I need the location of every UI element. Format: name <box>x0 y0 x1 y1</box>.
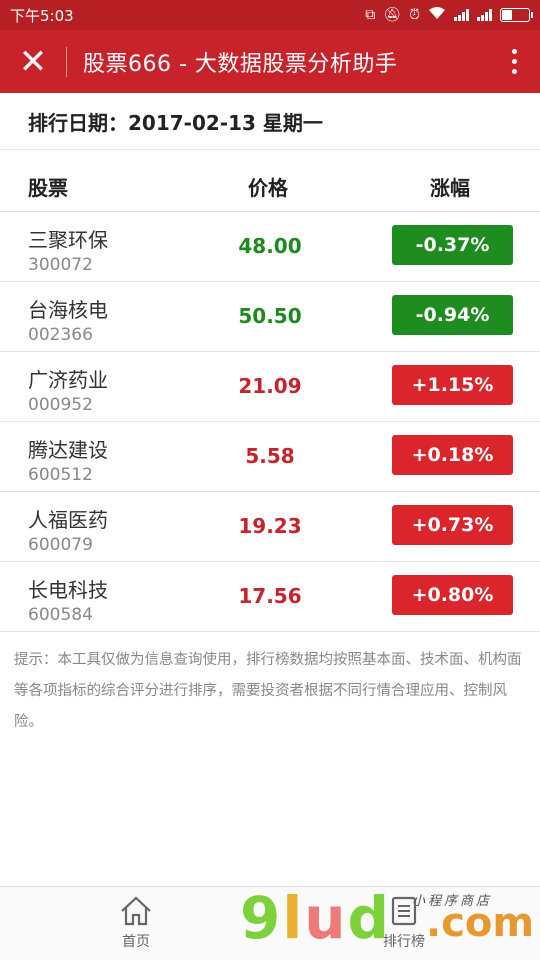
change-badge[interactable]: -0.37% <box>392 225 513 265</box>
table-row[interactable]: 长电科技 600584 17.56 +0.80% <box>0 562 540 632</box>
nav-ranking[interactable]: 排行榜 <box>354 895 454 951</box>
screen-icon: ⧉ <box>365 7 376 23</box>
more-dot-icon <box>511 59 517 64</box>
close-icon: ✕ <box>18 41 48 82</box>
table-header: 股票 价格 涨幅 <box>0 150 540 212</box>
stock-name: 腾达建设 <box>28 438 108 462</box>
change-badge[interactable]: +0.73% <box>392 505 513 545</box>
bottom-nav: 首页 排行榜 <box>0 886 540 960</box>
stock-code: 600512 <box>28 465 93 485</box>
status-icons: ⧉ 🔕︎ ⏰︎ <box>365 6 533 24</box>
page-title: 股票666 - 大数据股票分析助手 <box>83 51 398 77</box>
stock-name: 广济药业 <box>28 368 108 392</box>
stock-code: 300072 <box>28 255 93 275</box>
mute-icon: 🔕︎ <box>383 7 402 23</box>
stock-code: 000952 <box>28 395 93 415</box>
stock-price: 17.56 <box>238 584 302 608</box>
disclaimer-tip: 提示：本工具仅做为信息查询使用，排行榜数据均按照基本面、技术面、机构面等各项指标… <box>14 652 522 730</box>
stock-code: 600584 <box>28 605 93 625</box>
change-badge[interactable]: +1.15% <box>392 365 513 405</box>
stock-code: 002366 <box>28 325 93 345</box>
wifi-icon <box>428 6 446 24</box>
list-icon <box>391 896 417 926</box>
title-bar: ✕ 股票666 - 大数据股票分析助手 <box>0 30 540 93</box>
stock-price: 5.58 <box>245 444 295 468</box>
stock-price: 21.09 <box>238 374 302 398</box>
status-time: 下午5:03 <box>10 6 74 25</box>
stock-price: 19.23 <box>238 514 302 538</box>
change-badge[interactable]: +0.80% <box>392 575 513 615</box>
more-button[interactable] <box>494 30 534 93</box>
more-dot-icon <box>511 69 517 74</box>
signal-4g-icon <box>454 9 469 21</box>
stock-name: 台海核电 <box>28 298 108 322</box>
table-row[interactable]: 广济药业 000952 21.09 +1.15% <box>0 352 540 422</box>
signal-icon <box>477 9 492 21</box>
stock-name: 人福医药 <box>28 508 108 532</box>
table-row[interactable]: 人福医药 600079 19.23 +0.73% <box>0 492 540 562</box>
table-row[interactable]: 腾达建设 600512 5.58 +0.18% <box>0 422 540 492</box>
ranking-date: 排行日期：2017-02-13 星期一 <box>0 93 540 150</box>
header-stock: 股票 <box>28 176 68 200</box>
home-icon <box>121 896 151 926</box>
status-bar: 下午5:03 ⧉ 🔕︎ ⏰︎ <box>0 0 540 30</box>
stock-list: 三聚环保 300072 48.00 -0.37% 台海核电 002366 50.… <box>0 212 540 632</box>
header-price: 价格 <box>248 176 288 200</box>
stock-code: 600079 <box>28 535 93 555</box>
nav-home-label: 首页 <box>122 934 150 950</box>
table-row[interactable]: 三聚环保 300072 48.00 -0.37% <box>0 212 540 282</box>
table-row[interactable]: 台海核电 002366 50.50 -0.94% <box>0 282 540 352</box>
change-badge[interactable]: +0.18% <box>392 435 513 475</box>
nav-home[interactable]: 首页 <box>86 895 186 951</box>
battery-icon <box>500 8 533 22</box>
close-button[interactable]: ✕ <box>0 30 66 93</box>
stock-price: 48.00 <box>238 234 302 258</box>
more-dot-icon <box>511 49 517 54</box>
stock-name: 三聚环保 <box>28 228 108 252</box>
stock-price: 50.50 <box>238 304 302 328</box>
nav-ranking-label: 排行榜 <box>383 934 425 950</box>
header-change: 涨幅 <box>430 176 470 200</box>
stock-name: 长电科技 <box>28 578 108 602</box>
alarm-icon: ⏰︎ <box>409 7 420 23</box>
change-badge[interactable]: -0.94% <box>392 295 513 335</box>
